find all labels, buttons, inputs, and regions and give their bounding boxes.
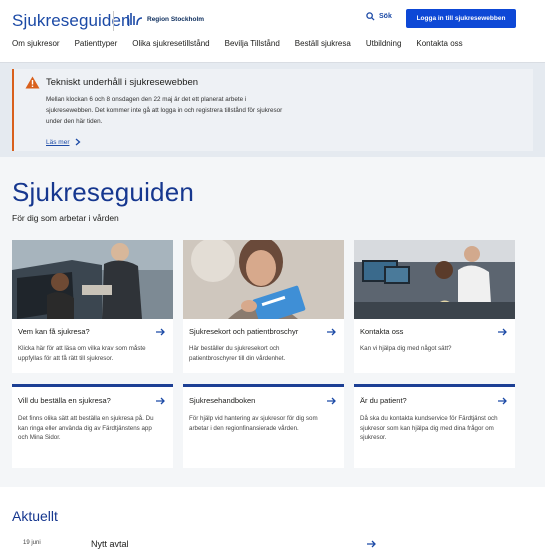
- card-ar-du-patient[interactable]: Är du patient? Då ska du kontakta kundse…: [354, 384, 515, 468]
- search-button[interactable]: Sök: [366, 12, 392, 21]
- news-item[interactable]: 19 juni Nytt avtal: [0, 531, 545, 552]
- chevron-right-icon: [76, 138, 81, 146]
- arrow-right-icon: [367, 540, 376, 548]
- warning-icon: [25, 76, 40, 89]
- nav-item-olika-sjukresetillstand[interactable]: Olika sjukresetillstånd: [132, 39, 209, 48]
- card-vem-kan-fa-sjukresa[interactable]: Vem kan få sjukresa? Klicka här för att …: [12, 240, 173, 373]
- card-text: Klicka här för att läsa om vilka krav so…: [18, 345, 146, 362]
- nav-item-utbildning[interactable]: Utbildning: [366, 39, 402, 48]
- nav-item-om-sjukresor[interactable]: Om sjukresor: [12, 39, 60, 48]
- card-title: Är du patient?: [360, 396, 407, 405]
- maintenance-alert: Tekniskt underhåll i sjukresewebben Mell…: [12, 69, 533, 151]
- card-title: Sjukresehandboken: [189, 396, 256, 405]
- search-label: Sök: [379, 13, 392, 20]
- arrow-right-icon: [327, 397, 336, 405]
- nav-item-bestall-sjukresa[interactable]: Beställ sjukresa: [295, 39, 351, 48]
- arrow-right-icon: [156, 397, 165, 405]
- card-bestalla-sjukresa[interactable]: Vill du beställa en sjukresa? Det finns …: [12, 384, 173, 468]
- card-text: Det finns olika sätt att beställa en sju…: [18, 415, 154, 441]
- alert-band: Tekniskt underhåll i sjukresewebben Mell…: [0, 63, 545, 157]
- card-title: Vem kan få sjukresa?: [18, 327, 90, 336]
- card-text: Här beställer du sjukresekort och patien…: [189, 345, 286, 362]
- news-title: Nytt avtal: [91, 539, 129, 549]
- news-heading: Aktuellt: [12, 508, 58, 524]
- nav-item-bevilja-tillstand[interactable]: Bevilja Tillstånd: [225, 39, 280, 48]
- card-photo-woman-card: [183, 240, 344, 319]
- card-title: Sjukresekort och patientbroschyr: [189, 327, 299, 336]
- card-text: För hjälp vid hantering av sjukresor för…: [189, 415, 318, 432]
- card-kontakta-oss[interactable]: Kontakta oss Kan vi hjälpa dig med något…: [354, 240, 515, 373]
- page-title: Sjukreseguiden: [12, 177, 195, 207]
- alert-body: Mellan klockan 6 och 8 onsdagen den 22 m…: [46, 96, 283, 125]
- region-name: Region Stockholm: [147, 15, 205, 23]
- card-photo-call-center: [354, 240, 515, 319]
- search-icon: [366, 12, 375, 21]
- region-crown-icon: [127, 13, 143, 26]
- card-title: Vill du beställa en sjukresa?: [18, 396, 111, 405]
- alert-title: Tekniskt underhåll i sjukresewebben: [46, 77, 199, 88]
- arrow-right-icon: [498, 328, 507, 336]
- read-more-link[interactable]: Läs mer: [46, 138, 81, 146]
- card-text: Då ska du kontakta kundservice för Färdt…: [360, 415, 498, 441]
- card-text: Kan vi hjälpa dig med något sätt?: [360, 345, 452, 352]
- arrow-right-icon: [156, 328, 165, 336]
- main-nav: Om sjukresor Patienttyper Olika sjukrese…: [12, 39, 478, 48]
- arrow-right-icon: [498, 397, 507, 405]
- nav-item-patienttyper[interactable]: Patienttyper: [75, 39, 118, 48]
- nav-item-kontakta-oss[interactable]: Kontakta oss: [416, 39, 462, 48]
- region-stockholm-logo[interactable]: Region Stockholm: [127, 12, 204, 26]
- login-button[interactable]: Logga in till sjukresewebben: [406, 9, 516, 28]
- card-title: Kontakta oss: [360, 327, 404, 336]
- card-sjukresehandboken[interactable]: Sjukresehandboken För hjälp vid hanterin…: [183, 384, 344, 468]
- logo-divider: [113, 11, 114, 31]
- read-more-label: Läs mer: [46, 138, 70, 146]
- card-sjukresekort[interactable]: Sjukresekort och patientbroschyr Här bes…: [183, 240, 344, 373]
- page-subtitle: För dig som arbetar i vården: [12, 213, 119, 223]
- arrow-right-icon: [327, 328, 336, 336]
- hero-section: Sjukreseguiden För dig som arbetar i vår…: [0, 157, 545, 487]
- news-date: 19 juni: [23, 540, 41, 546]
- site-header: Sjukreseguiden Region Stockholm Sök Logg…: [0, 0, 545, 64]
- card-photo-taxi-driver: [12, 240, 173, 319]
